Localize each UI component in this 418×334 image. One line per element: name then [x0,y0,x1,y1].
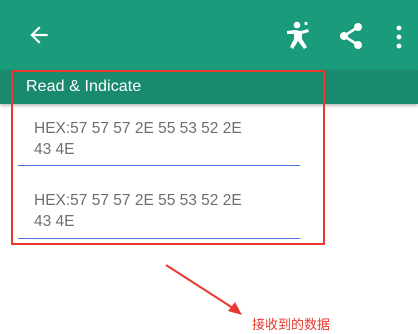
section-header: Read & Indicate [0,70,418,104]
annotation-arrow-icon [165,264,242,315]
section-title: Read & Indicate [26,78,142,95]
entry-hex-line: HEX:57 57 57 2E 55 53 52 2E [34,120,242,137]
annotation-label: 接收到的数据 [252,318,331,333]
entry-underline [18,238,300,239]
entry-hex-line: HEX:57 57 57 2E 55 53 52 2E [34,192,242,209]
share-icon[interactable] [338,22,364,50]
person-icon[interactable] [284,20,312,50]
entry-hex-line: 43 4E [34,213,75,230]
entry-underline [18,165,300,166]
app-bar [0,0,418,70]
arrow-back-icon[interactable] [26,22,52,48]
more-vert-icon[interactable] [394,24,404,50]
list-item: HEX:57 57 57 2E 55 53 52 2E 43 4E [34,118,300,160]
entry-hex-line: 43 4E [34,141,75,158]
list-item: HEX:57 57 57 2E 55 53 52 2E 43 4E [34,190,300,232]
